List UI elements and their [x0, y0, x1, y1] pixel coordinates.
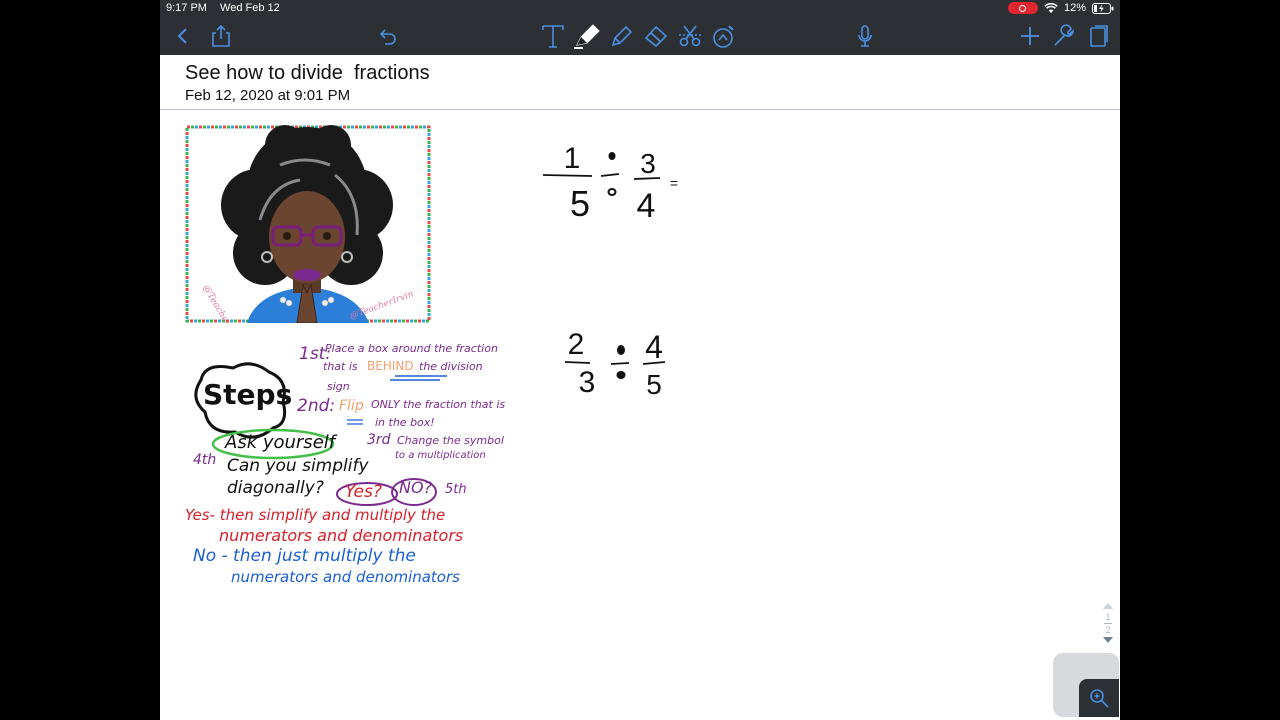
no-label: NO?: [399, 478, 433, 497]
status-time: 9:17 PM: [166, 2, 207, 14]
problem1-denominator1: 5: [570, 183, 590, 224]
toolbar: [160, 18, 1120, 55]
step5-number: 5th: [445, 482, 467, 497]
magnifier-icon: [1090, 689, 1109, 708]
back-icon[interactable]: [169, 22, 197, 50]
eraser-tool-icon[interactable]: [642, 22, 670, 50]
yes-label: Yes?: [345, 482, 382, 502]
page-up-icon[interactable]: [1102, 602, 1114, 610]
step4-text-b: diagonally?: [227, 478, 324, 498]
zoom-button[interactable]: [1079, 679, 1119, 717]
problem1-fraction-bar-1: [542, 174, 593, 177]
page-indicator[interactable]: 1 2: [1098, 602, 1118, 658]
problem2-divide-sign: [610, 345, 630, 379]
status-date: Wed Feb 12: [220, 2, 280, 14]
problem2-numerator2: 4: [645, 329, 663, 365]
problem2-denominator2: 5: [646, 369, 662, 400]
no-instruction-b: numerators and denominators: [231, 568, 460, 586]
document-title[interactable]: See how to divide fractions: [185, 62, 430, 85]
page-down-icon[interactable]: [1102, 636, 1114, 644]
step3-number: 3rd: [367, 432, 391, 448]
step4-text: Can you simplify: [227, 456, 369, 476]
steps-heading: Steps: [203, 378, 293, 411]
screen-recording-icon[interactable]: [1007, 2, 1038, 14]
step2-text-b: in the box!: [375, 416, 435, 429]
no-instruction: No - then just multiply the: [193, 546, 416, 566]
status-bar: 9:17 PM Wed Feb 12 12%: [160, 0, 1120, 18]
yes-instruction: Yes- then simplify and multiply the: [185, 506, 446, 524]
problem2-fraction-bar-2: [642, 361, 666, 365]
page-total: 2: [1105, 625, 1111, 635]
share-icon[interactable]: [207, 22, 235, 50]
step3-text-b: to a multiplication: [395, 450, 486, 461]
undo-icon[interactable]: [373, 22, 401, 50]
problem2-denominator1: 3: [579, 366, 596, 399]
step1-text-d: sign: [327, 380, 350, 393]
step2-text: ONLY the fraction that is: [371, 398, 506, 411]
ipad-screen: 9:17 PM Wed Feb 12 12% See how to divide…: [160, 0, 1120, 720]
text-tool-icon[interactable]: [539, 22, 567, 50]
highlighter-tool-icon[interactable]: [608, 22, 636, 50]
problem1-denominator2: 4: [637, 187, 656, 225]
problem1-numerator2: 3: [640, 148, 656, 179]
problem1-equals: =: [670, 175, 678, 191]
step1-behind: BEHIND: [367, 359, 414, 373]
zoom-window[interactable]: [1053, 653, 1119, 717]
page-divider: [1104, 623, 1112, 624]
yes-instruction-b: numerators and denominators: [219, 526, 464, 545]
problem1-divide-sign: [600, 152, 620, 196]
page-current: 1: [1105, 612, 1111, 622]
document-date: Feb 12, 2020 at 9:01 PM: [185, 87, 351, 104]
image-tool-icon[interactable]: [710, 22, 738, 50]
add-icon[interactable]: [1016, 22, 1044, 50]
pages-icon[interactable]: [1084, 22, 1112, 50]
lasso-tool-icon[interactable]: [676, 22, 704, 50]
document-header: See how to divide fractions Feb 12, 2020…: [160, 55, 1120, 110]
step1-text-b: that is: [323, 360, 358, 373]
battery-charging-icon: [1092, 2, 1114, 14]
battery-percent: 12%: [1063, 2, 1086, 14]
microphone-icon[interactable]: [851, 22, 879, 50]
step1-text-c: the division: [419, 360, 483, 373]
note-canvas[interactable]: @TeacherIrvin @TeacherIrvin 1 5 3 4 = 2 …: [160, 110, 1120, 720]
step1-text: Place a box around the fraction: [325, 342, 498, 355]
pen-tool-icon[interactable]: [573, 22, 601, 50]
step4-ask: Ask yourself: [225, 432, 336, 453]
problem2-fraction-bar-1: [564, 361, 591, 364]
step4-number: 4th: [193, 452, 217, 468]
wifi-icon: [1044, 2, 1058, 13]
step3-text: Change the symbol: [397, 434, 504, 447]
step2-number: 2nd:: [297, 396, 336, 416]
teacher-avatar-image: @TeacherIrvin @TeacherIrvin: [185, 125, 431, 347]
settings-icon[interactable]: [1050, 22, 1078, 50]
steps-poster: Steps 1st: Place a box around the fracti…: [185, 340, 505, 592]
problem1-fraction-bar-2: [633, 177, 661, 180]
problem1-numerator1: 1: [564, 142, 581, 175]
problem2-numerator1: 2: [568, 328, 585, 361]
step2-flip: Flip: [339, 398, 364, 414]
